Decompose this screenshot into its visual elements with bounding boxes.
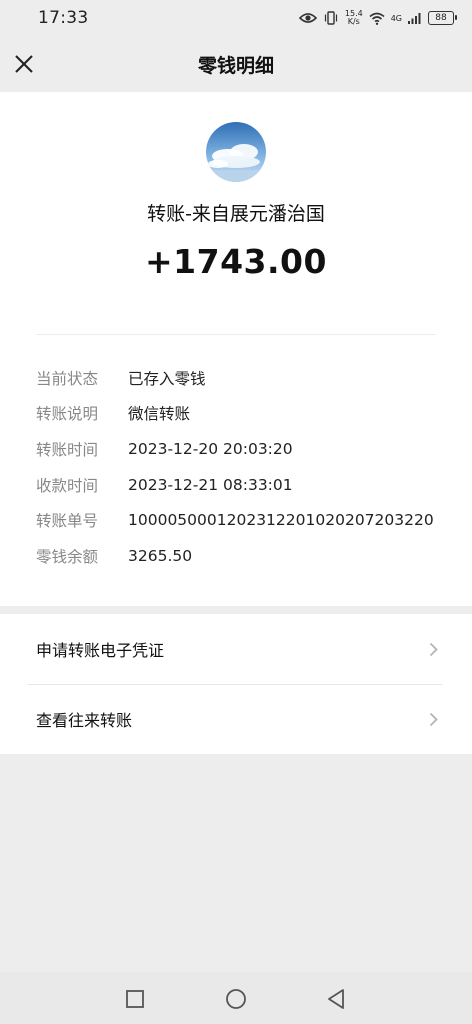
detail-label: 当前状态 — [36, 369, 99, 388]
detail-label: 转账时间 — [36, 440, 99, 459]
recents-button[interactable] — [124, 988, 146, 1010]
detail-list: 当前状态 已存入零钱 转账说明 微信转账 转账时间 2023-12-20 20:… — [36, 360, 456, 574]
detail-row-order-number: 转账单号 1000050001202312201020207203220 — [36, 502, 456, 538]
transfer-title: 转账-来自展元潘治国 — [147, 203, 325, 225]
detail-value: 2023-12-21 08:33:01 — [128, 475, 293, 494]
transaction-card: 转账-来自展元潘治国 +1743.00 当前状态 已存入零钱 转账说明 微信转账… — [0, 92, 472, 606]
status-time: 17:33 — [38, 8, 89, 28]
avatar[interactable] — [206, 122, 266, 182]
transfer-amount: +1743.00 — [145, 242, 327, 281]
close-button[interactable] — [10, 50, 38, 78]
action-label: 查看往来转账 — [36, 711, 133, 730]
detail-row-receive-time: 收款时间 2023-12-21 08:33:01 — [36, 467, 456, 503]
page-title: 零钱明细 — [197, 54, 274, 77]
detail-value: 2023-12-20 20:03:20 — [128, 439, 293, 458]
detail-label: 转账单号 — [36, 512, 99, 531]
vibrate-icon — [323, 11, 339, 25]
detail-value: 3265.50 — [128, 546, 193, 565]
status-bar: 17:33 15.4 K/s 4G 88 — [0, 0, 472, 36]
detail-value: 已存入零钱 — [128, 369, 206, 388]
actions-card: 申请转账电子凭证 查看往来转账 — [0, 614, 472, 754]
detail-row-transfer-time: 转账时间 2023-12-20 20:03:20 — [36, 431, 456, 467]
square-icon — [126, 990, 144, 1008]
signal-icon — [408, 12, 422, 24]
view-transfers-row[interactable]: 查看往来转账 — [0, 684, 472, 754]
nav-bar: 零钱明细 — [0, 36, 472, 92]
triangle-back-icon — [328, 989, 344, 1009]
close-icon — [15, 55, 33, 73]
eye-icon — [298, 12, 317, 24]
chevron-right-icon — [429, 642, 438, 657]
detail-label: 转账说明 — [36, 405, 99, 424]
action-label: 申请转账电子凭证 — [36, 641, 165, 660]
divider — [36, 334, 436, 335]
detail-row-status: 当前状态 已存入零钱 — [36, 360, 456, 396]
back-button[interactable] — [324, 987, 348, 1011]
detail-value: 1000050001202312201020207203220 — [128, 511, 434, 530]
circle-icon — [226, 989, 246, 1009]
detail-label: 零钱余额 — [36, 547, 99, 566]
detail-value: 微信转账 — [128, 405, 191, 424]
detail-label: 收款时间 — [36, 476, 99, 495]
chevron-right-icon — [429, 712, 438, 727]
detail-row-balance: 零钱余额 3265.50 — [36, 538, 456, 574]
net-speed-unit: K/s — [347, 17, 360, 26]
wifi-icon — [369, 12, 385, 25]
apply-voucher-row[interactable]: 申请转账电子凭证 — [0, 614, 472, 684]
battery-indicator: 88 — [428, 11, 457, 25]
network-type: 4G — [390, 13, 402, 23]
net-speed: 15.4 K/s — [345, 10, 363, 26]
home-button[interactable] — [224, 987, 248, 1011]
system-nav-bar — [0, 972, 472, 1024]
status-icons: 15.4 K/s 4G 88 — [298, 10, 457, 26]
detail-row-note: 转账说明 微信转账 — [36, 396, 456, 432]
